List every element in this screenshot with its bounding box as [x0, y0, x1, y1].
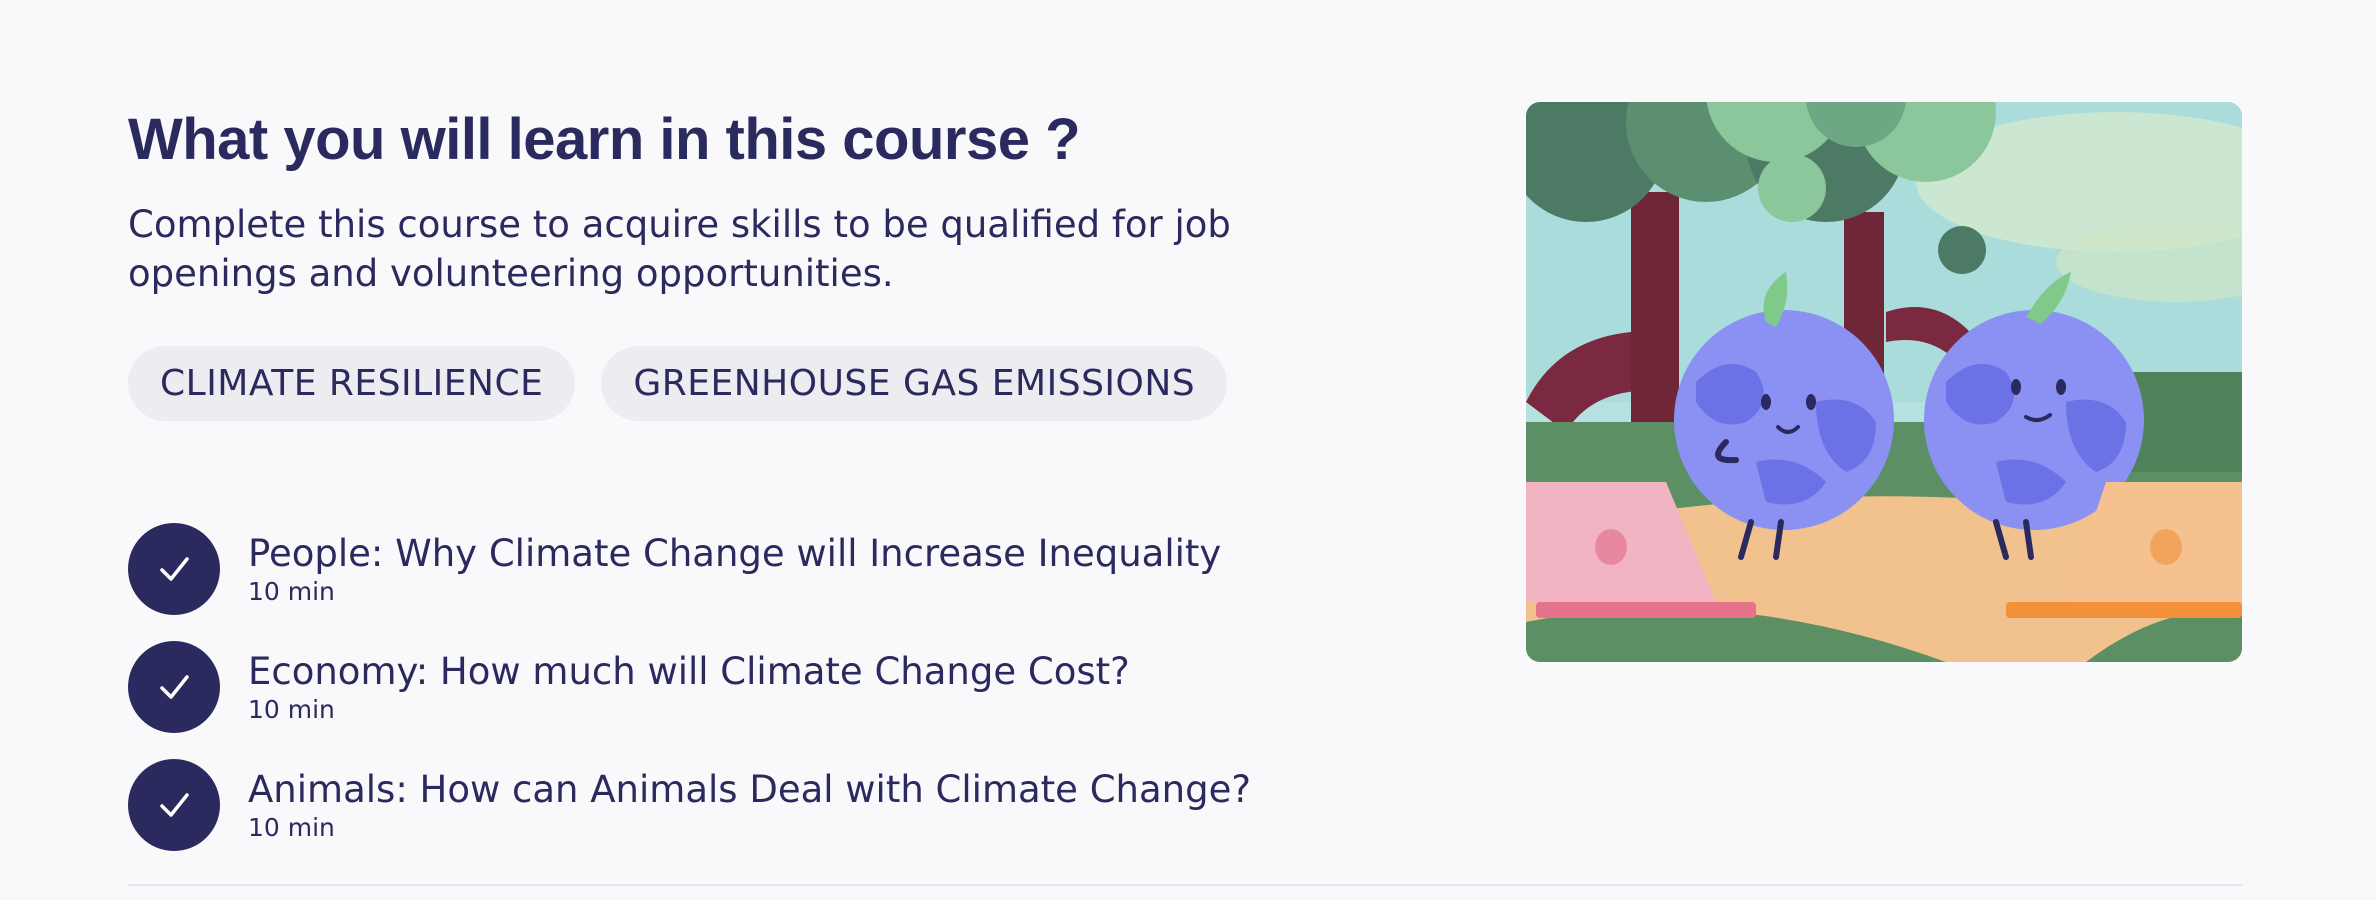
tag-greenhouse-gas-emissions[interactable]: GREENHOUSE GAS EMISSIONS: [601, 346, 1228, 421]
lesson-item[interactable]: Animals: How can Animals Deal with Clima…: [128, 758, 1428, 852]
course-learning-section: What you will learn in this course ? Com…: [0, 0, 2376, 900]
lesson-text: People: Why Climate Change will Increase…: [248, 531, 1221, 607]
earth-characters-illustration: [1526, 102, 2242, 662]
section-description: Complete this course to acquire skills t…: [128, 203, 1231, 295]
lesson-text: Economy: How much will Climate Change Co…: [248, 649, 1130, 725]
lesson-duration: 10 min: [248, 577, 335, 606]
check-icon: [128, 759, 220, 851]
lesson-text: Animals: How can Animals Deal with Clima…: [248, 767, 1251, 843]
lesson-item[interactable]: Economy: How much will Climate Change Co…: [128, 640, 1428, 734]
lesson-duration: 10 min: [248, 695, 335, 724]
check-icon: [128, 523, 220, 615]
course-illustration: [1526, 102, 2242, 662]
lesson-title: People: Why Climate Change will Increase…: [248, 532, 1222, 575]
course-intro: What you will learn in this course ? Com…: [128, 100, 1378, 421]
check-icon: [128, 641, 220, 733]
lesson-duration: 10 min: [248, 813, 335, 842]
lesson-title: Animals: How can Animals Deal with Clima…: [248, 768, 1251, 811]
topic-tags: CLIMATE RESILIENCE GREENHOUSE GAS EMISSI…: [128, 346, 1378, 421]
lesson-list: People: Why Climate Change will Increase…: [128, 522, 1428, 876]
lesson-title: Economy: How much will Climate Change Co…: [248, 650, 1130, 693]
section-title: What you will learn in this course ?: [128, 107, 1081, 172]
tag-climate-resilience[interactable]: CLIMATE RESILIENCE: [128, 346, 576, 421]
section-divider: [128, 884, 2242, 886]
lesson-item[interactable]: People: Why Climate Change will Increase…: [128, 522, 1428, 616]
